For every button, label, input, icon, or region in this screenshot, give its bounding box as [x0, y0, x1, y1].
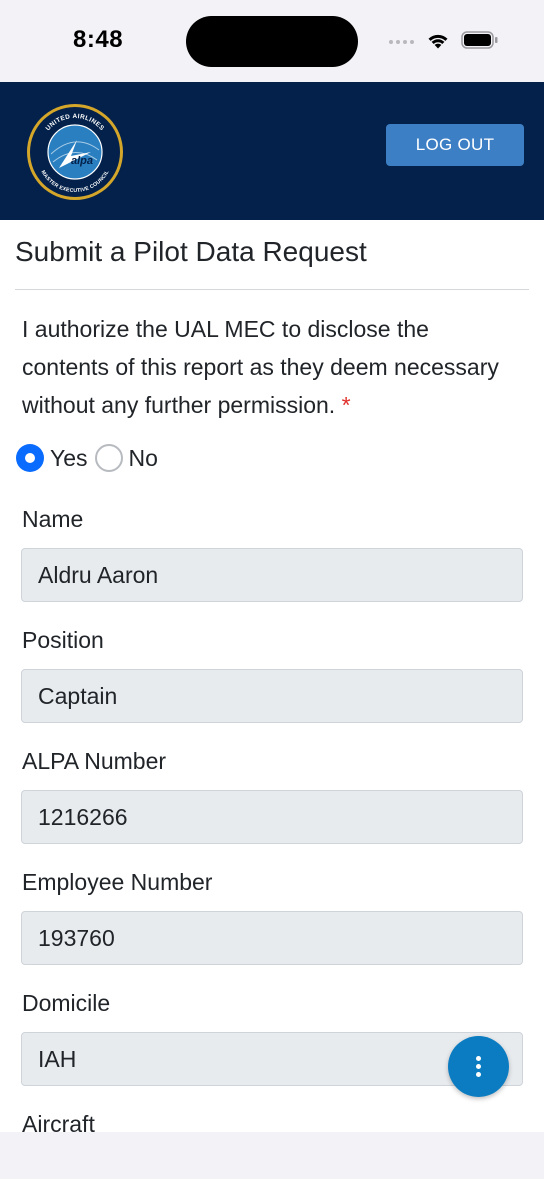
more-vertical-icon: [476, 1056, 481, 1061]
status-bar: 8:48: [0, 0, 544, 82]
title-divider: [15, 289, 529, 290]
status-time: 8:48: [73, 26, 124, 53]
authorization-radio-group: Yes No: [16, 444, 165, 472]
employee-number-field[interactable]: 193760: [21, 911, 523, 965]
name-field[interactable]: Aldru Aaron: [21, 548, 523, 602]
logo-center-text: alpa: [71, 155, 93, 167]
radio-no[interactable]: [94, 444, 123, 472]
domicile-label: Domicile: [22, 990, 111, 1016]
radio-no-label[interactable]: No: [129, 445, 158, 472]
aircraft-label: Aircraft: [22, 1111, 95, 1132]
logout-button[interactable]: LOG OUT: [386, 124, 524, 166]
battery-icon: [461, 31, 498, 49]
radio-yes[interactable]: [16, 444, 44, 472]
more-options-button[interactable]: [448, 1036, 509, 1097]
cellular-signal-icon: [389, 40, 414, 44]
form-content: Submit a Pilot Data Request I authorize …: [0, 220, 544, 1132]
alpa-number-field[interactable]: 1216266: [21, 790, 523, 844]
radio-option-yes[interactable]: Yes: [16, 444, 88, 472]
bottom-safe-area: [0, 1132, 544, 1179]
position-field[interactable]: Captain: [21, 669, 523, 723]
authorization-statement: I authorize the UAL MEC to disclose the …: [22, 310, 522, 424]
position-label: Position: [22, 627, 104, 653]
page-title: Submit a Pilot Data Request: [15, 236, 367, 267]
domicile-field[interactable]: IAH: [21, 1032, 523, 1086]
employee-number-label: Employee Number: [22, 869, 213, 895]
radio-option-no[interactable]: No: [94, 444, 158, 472]
ual-alpa-mec-logo[interactable]: alpa UNITED AIRLINES MASTER EXECUTIVE CO…: [25, 102, 125, 202]
wifi-icon: [428, 34, 448, 49]
dynamic-island: [186, 16, 358, 67]
required-marker: *: [341, 392, 351, 418]
authorization-text: I authorize the UAL MEC to disclose the …: [22, 316, 499, 418]
app-header: alpa UNITED AIRLINES MASTER EXECUTIVE CO…: [0, 82, 544, 220]
radio-yes-label[interactable]: Yes: [50, 445, 88, 472]
name-label: Name: [22, 506, 84, 532]
alpa-number-label: ALPA Number: [22, 748, 167, 774]
